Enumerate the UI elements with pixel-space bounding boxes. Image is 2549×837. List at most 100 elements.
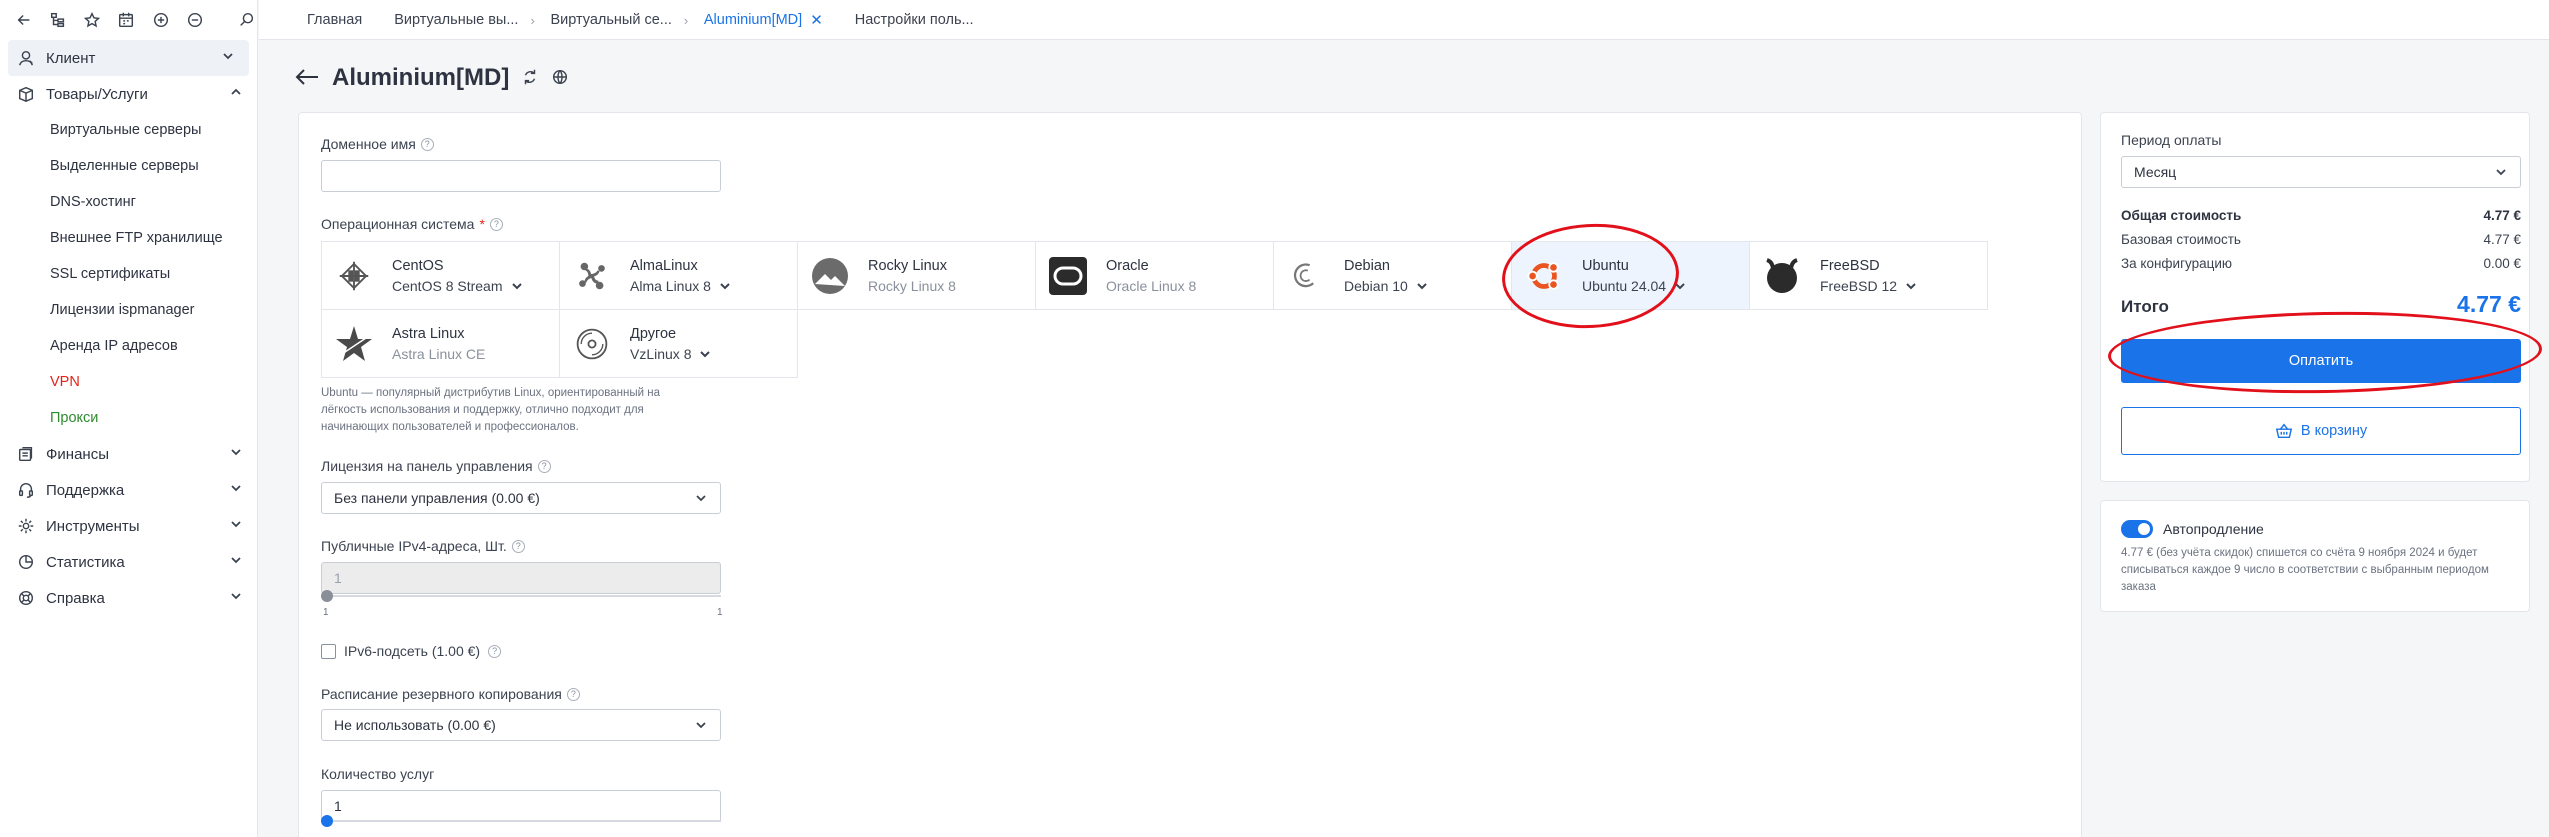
os-tile-other[interactable]: Другое VzLinux 8 [559, 309, 798, 378]
calendar-icon[interactable] [116, 9, 136, 31]
os-name: Astra Linux [392, 325, 465, 342]
qty-label-text: Количество услуг [321, 766, 435, 782]
sidebar-subitem-dns-hosting[interactable]: DNS-хостинг [0, 184, 257, 220]
os-name: Другое [630, 325, 677, 342]
sidebar-subitem-ftp-storage[interactable]: Внешнее FTP хранилище [0, 220, 257, 256]
zoom-out-icon[interactable] [185, 9, 205, 31]
search-icon[interactable] [237, 9, 257, 31]
help-icon[interactable]: ? [537, 459, 551, 473]
os-tile-freebsd[interactable]: FreeBSD FreeBSD 12 [1749, 241, 1988, 310]
refresh-icon[interactable] [521, 68, 539, 89]
total-cost-value: 4.77 € [2483, 208, 2521, 223]
zoom-in-icon[interactable] [151, 9, 171, 31]
chevron-down-icon [229, 481, 243, 499]
ipv6-checkbox[interactable] [321, 643, 336, 659]
sidebar-subitem-proxy[interactable]: Прокси [0, 400, 257, 436]
qty-slider-track [323, 820, 721, 822]
autorenew-toggle[interactable] [2121, 520, 2153, 538]
sidebar-item-tools[interactable]: Инструменты [0, 508, 257, 544]
chevron-down-icon [1417, 282, 1427, 289]
ubuntu-logo-icon [1524, 256, 1564, 296]
sidebar-subitem-ip-rental[interactable]: Аренда IP адресов [0, 328, 257, 364]
os-name: FreeBSD [1820, 257, 1880, 274]
help-icon[interactable]: ? [566, 687, 580, 701]
backup-value: Не использовать (0.00 €) [334, 717, 496, 733]
sidebar-item-goods-services[interactable]: Товары/Услуги [0, 76, 257, 112]
total-cost-row: Общая стоимость 4.77 € [2121, 208, 2521, 223]
sidebar-subitem-ispmanager[interactable]: Лицензии ispmanager [0, 292, 257, 328]
os-version-select[interactable]: Debian 10 [1344, 278, 1428, 294]
base-cost-label: Базовая стоимость [2121, 232, 2241, 247]
license-select[interactable]: Без панели управления (0.00 €) [321, 482, 721, 514]
chevron-down-icon [696, 722, 706, 729]
domain-input[interactable] [321, 160, 721, 192]
star-icon[interactable] [82, 9, 102, 31]
back-arrow-icon[interactable] [14, 9, 34, 31]
pie-chart-icon [16, 552, 36, 572]
back-arrow-icon[interactable] [294, 67, 320, 90]
os-tile-ubuntu[interactable]: Ubuntu Ubuntu 24.04 [1511, 241, 1750, 310]
close-icon[interactable]: ✕ [810, 11, 823, 29]
sidebar-item-support[interactable]: Поддержка [0, 472, 257, 508]
rocky-linux-logo-icon [810, 256, 850, 296]
os-version: VzLinux 8 [630, 345, 692, 362]
period-select[interactable]: Месяц [2121, 156, 2521, 188]
tab-separator: › [683, 12, 689, 28]
sidebar-subitem-ssl[interactable]: SSL сертификаты [0, 256, 257, 292]
sidebar-toolbar [0, 0, 257, 40]
headset-icon [16, 480, 36, 500]
sidebar-item-finance[interactable]: Финансы [0, 436, 257, 472]
globe-icon[interactable] [551, 68, 569, 89]
os-tile-almalinux[interactable]: AlmaLinux Alma Linux 8 [559, 241, 798, 310]
os-version: Oracle Linux 8 [1106, 277, 1197, 294]
sidebar-subitem-vpn[interactable]: VPN [0, 364, 257, 400]
tab-virtual-server[interactable]: › Виртуальный се... [530, 0, 687, 40]
os-version-select[interactable]: Ubuntu 24.04 [1582, 278, 1686, 294]
os-tile-oracle[interactable]: Oracle Oracle Linux 8 [1035, 241, 1274, 310]
tab-home[interactable]: Главная [291, 0, 378, 40]
backup-label: Расписание резервного копирования ? [321, 686, 580, 702]
required-mark: * [479, 216, 485, 232]
os-tile-centos[interactable]: CentOS CentOS 8 Stream [321, 241, 560, 310]
sidebar-item-label: Справка [46, 589, 105, 607]
os-tile-astra-linux[interactable]: Astra Linux Astra Linux CE [321, 309, 560, 378]
sidebar-item-help[interactable]: Справка [0, 580, 257, 616]
config-cost-value: 0.00 € [2483, 256, 2521, 271]
sidebar-item-label: Поддержка [46, 481, 125, 499]
help-icon[interactable]: ? [489, 217, 503, 231]
autorenew-card: Автопродление 4.77 € (без учёта скидок) … [2100, 500, 2530, 612]
basket-icon [2275, 423, 2293, 439]
tree-icon[interactable] [48, 9, 68, 31]
help-icon[interactable]: ? [488, 644, 502, 658]
os-version-select[interactable]: FreeBSD 12 [1820, 278, 1917, 294]
tab-virtual-servers[interactable]: Виртуальные вы... [378, 0, 534, 40]
qty-slider-handle[interactable] [321, 815, 333, 827]
os-version-select[interactable]: VzLinux 8 [630, 346, 711, 362]
os-version-select[interactable]: Alma Linux 8 [630, 278, 731, 294]
order-form: Доменное имя ? Операционная система * ? C… [298, 112, 2082, 837]
backup-select[interactable]: Не использовать (0.00 €) [321, 709, 721, 741]
chevron-down-icon [229, 589, 243, 607]
sidebar-item-statistics[interactable]: Статистика [0, 544, 257, 580]
help-icon[interactable]: ? [511, 539, 525, 553]
sidebar-subitem-virtual-servers[interactable]: Виртуальные серверы [0, 112, 257, 148]
disc-icon [572, 324, 612, 364]
os-version-select[interactable]: CentOS 8 Stream [392, 278, 523, 294]
total-cost-label: Общая стоимость [2121, 208, 2242, 223]
tab-user-settings[interactable]: Настройки поль... [839, 0, 990, 40]
os-grid: CentOS CentOS 8 Stream AlmaLinux Alma Li… [321, 241, 1995, 378]
chevron-up-icon [229, 85, 243, 103]
sidebar-item-client[interactable]: Клиент [8, 40, 249, 76]
domain-label: Доменное имя ? [321, 136, 434, 152]
oracle-logo-icon [1048, 256, 1088, 296]
os-tile-rocky-linux[interactable]: Rocky Linux Rocky Linux 8 [797, 241, 1036, 310]
ipv6-option[interactable]: IPv6-подсеть (1.00 €) ? [321, 643, 502, 659]
add-to-cart-button[interactable]: В корзину [2121, 407, 2521, 455]
os-tile-debian[interactable]: Debian Debian 10 [1273, 241, 1512, 310]
tab-aluminium[interactable]: › Aluminium[MD] ✕ [684, 0, 839, 40]
qty-input[interactable]: 1 [321, 790, 721, 822]
sidebar-subitem-dedicated-servers[interactable]: Выделенные серверы [0, 148, 257, 184]
pay-button[interactable]: Оплатить [2121, 339, 2521, 383]
help-icon[interactable]: ? [420, 137, 434, 151]
backup-label-text: Расписание резервного копирования [321, 686, 562, 702]
